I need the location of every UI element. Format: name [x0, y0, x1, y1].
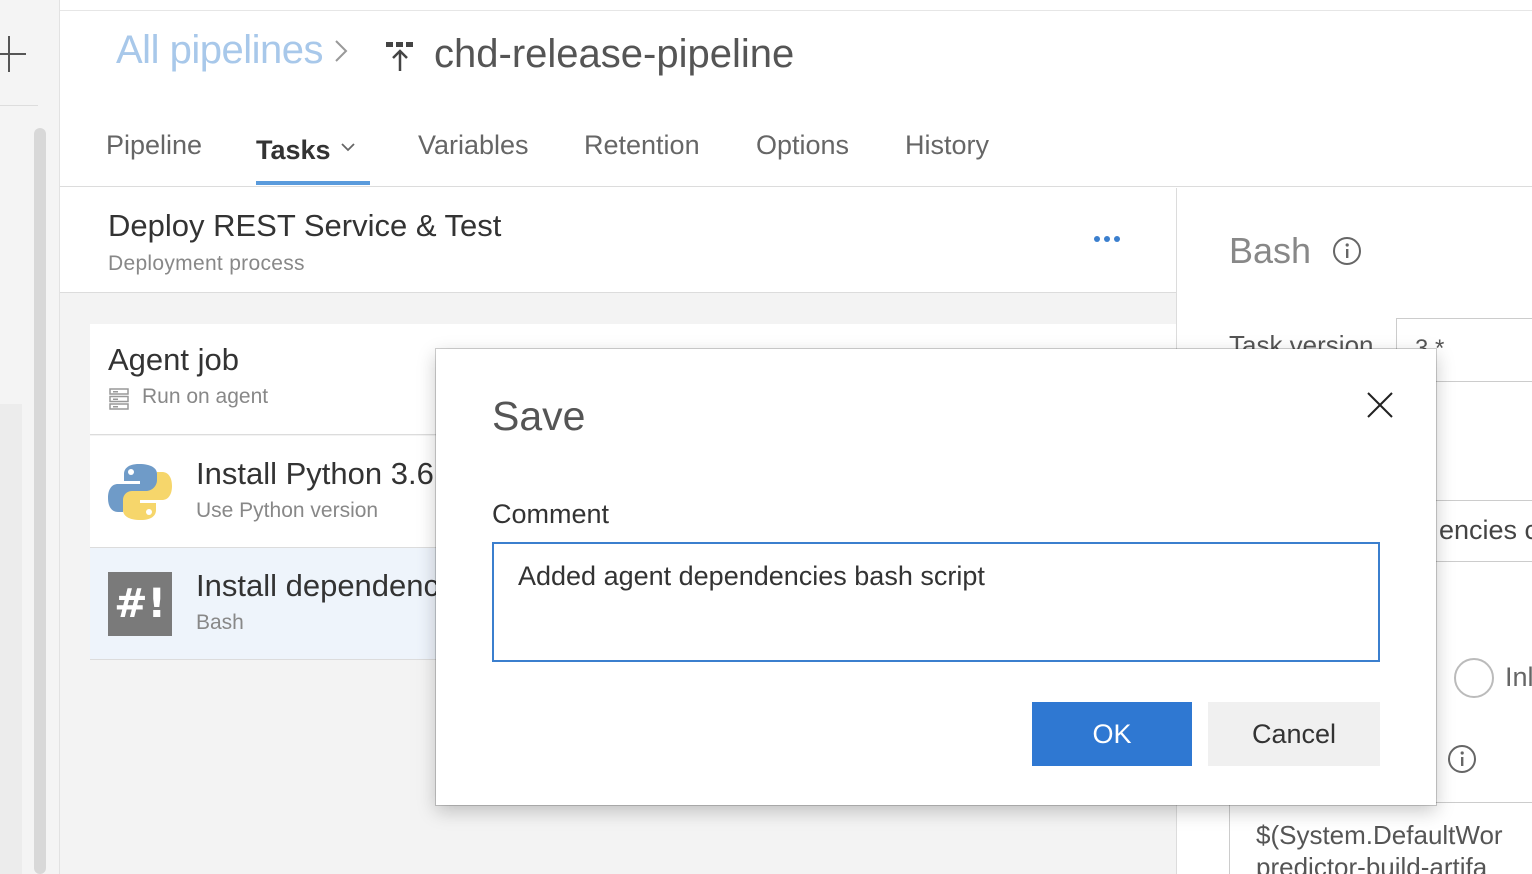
tab-history[interactable]: History: [905, 130, 989, 161]
dialog-title: Save: [492, 393, 586, 439]
tab-pipeline[interactable]: Pipeline: [106, 130, 202, 161]
tab-tasks[interactable]: Tasks: [256, 130, 355, 166]
release-pipeline-editor: All pipelines chd-release-pipeline Pipel…: [0, 0, 1532, 874]
ok-button[interactable]: OK: [1032, 702, 1192, 766]
agent-job-subtitle: Run on agent: [142, 385, 269, 408]
task-details-title: Bash: [1229, 230, 1312, 271]
bash-icon: #!: [108, 572, 172, 636]
comment-input[interactable]: Added agent dependencies bash script: [492, 542, 1380, 662]
more-options-icon[interactable]: [1094, 236, 1120, 242]
script-path-field[interactable]: $(System.DefaultWor predictor-build-arti…: [1229, 802, 1532, 874]
script-path-line-2: predictor-build-artifa: [1256, 852, 1488, 874]
top-divider: [60, 10, 1532, 11]
tab-retention[interactable]: Retention: [584, 130, 700, 161]
active-tab-indicator: [256, 181, 370, 185]
rail-panel: [0, 404, 22, 874]
tab-options[interactable]: Options: [756, 130, 849, 161]
tab-tasks-label: Tasks: [256, 135, 331, 165]
info-icon[interactable]: [1447, 744, 1477, 774]
inline-radio-label: Inl: [1505, 662, 1532, 692]
stage-subtitle: Deployment process: [108, 252, 305, 275]
rail-scrollbar[interactable]: [34, 128, 46, 874]
task-name: Install Python 3.6: [196, 456, 434, 491]
pipeline-title: chd-release-pipeline: [434, 32, 795, 76]
comment-label: Comment: [492, 499, 610, 529]
stage-header[interactable]: Deploy REST Service & Test Deployment pr…: [60, 188, 1176, 293]
python-icon: [108, 460, 172, 524]
close-icon[interactable]: [1366, 391, 1394, 419]
tab-variables[interactable]: Variables: [418, 130, 529, 161]
left-rail: [0, 0, 60, 874]
script-path-line-1: $(System.DefaultWor: [1256, 820, 1503, 850]
breadcrumb-all-pipelines-link[interactable]: All pipelines: [116, 28, 323, 73]
info-icon[interactable]: [1332, 236, 1362, 266]
agent-job-title: Agent job: [108, 342, 239, 377]
task-subtitle: Bash: [196, 611, 244, 634]
add-icon[interactable]: [0, 36, 28, 72]
rail-divider: [0, 105, 38, 106]
save-dialog: Save Comment Added agent dependencies ba…: [436, 349, 1436, 805]
cancel-button[interactable]: Cancel: [1208, 702, 1380, 766]
chevron-right-icon: [334, 38, 348, 64]
display-name-field[interactable]: encies c: [1434, 500, 1532, 562]
release-pipeline-icon: [385, 40, 415, 72]
chevron-down-icon[interactable]: [340, 130, 355, 152]
server-icon: [109, 388, 129, 410]
inline-radio[interactable]: [1454, 658, 1494, 698]
pipeline-tabs: Pipeline Tasks Variables Retention Optio…: [60, 118, 1532, 187]
stage-title: Deploy REST Service & Test: [108, 208, 502, 243]
task-subtitle: Use Python version: [196, 499, 379, 522]
